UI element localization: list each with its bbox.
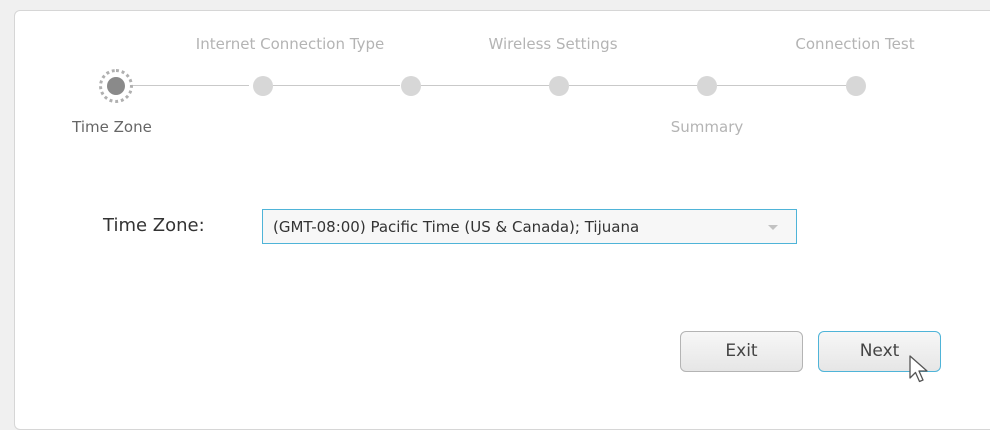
step-label-connection-test: Connection Test	[795, 35, 915, 53]
step-label-wireless-settings: Wireless Settings	[488, 35, 618, 53]
progress-connector	[569, 85, 697, 86]
progress-connector	[421, 85, 549, 86]
time-zone-label: Time Zone:	[103, 215, 205, 236]
mouse-pointer-icon	[909, 355, 928, 383]
step-dot-connection-test	[846, 76, 866, 96]
step-label-summary: Summary	[670, 118, 744, 136]
exit-button[interactable]: Exit	[680, 331, 803, 372]
progress-connector	[273, 85, 400, 86]
step-dot-wireless-settings	[549, 76, 569, 96]
progress-connector	[717, 85, 846, 86]
step-label-internet-connection-type: Internet Connection Type	[195, 35, 385, 53]
step-dot-time-zone	[99, 69, 133, 103]
step-dot-step-3	[401, 76, 421, 96]
progress-connector	[133, 85, 249, 86]
step-label-time-zone: Time Zone	[72, 118, 152, 136]
step-dot-internet-connection-type	[253, 76, 273, 96]
chevron-down-icon[interactable]	[768, 225, 778, 230]
time-zone-selected-value: (GMT-08:00) Pacific Time (US & Canada); …	[273, 218, 640, 236]
step-dot-active-indicator	[107, 77, 125, 95]
time-zone-select[interactable]: (GMT-08:00) Pacific Time (US & Canada); …	[262, 209, 797, 244]
step-dot-summary	[697, 76, 717, 96]
